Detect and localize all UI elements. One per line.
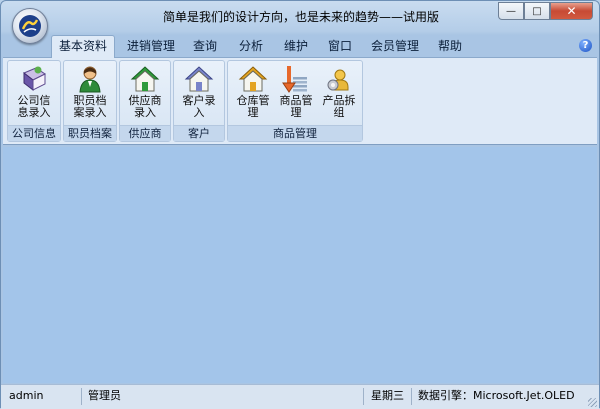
warehouse-management-label: 仓库管 理 bbox=[236, 94, 270, 119]
maximize-button[interactable]: □ bbox=[524, 2, 550, 20]
status-role: 管理员 bbox=[88, 389, 121, 402]
person-icon bbox=[79, 66, 101, 93]
status-data-engine: 数据引擎：Microsoft.Jet.OLED bbox=[418, 389, 575, 402]
close-button[interactable]: ✕ bbox=[550, 2, 593, 20]
main-window: 简单是我们的设计方向，也是未来的趋势——试用版 — □ ✕ 基本资料 进销管理 … bbox=[0, 0, 600, 409]
house-yellow-icon bbox=[238, 66, 268, 92]
house-blue-icon bbox=[184, 66, 214, 92]
warehouse-management-button[interactable]: 仓库管 理 bbox=[229, 63, 277, 125]
customer-entry-label: 客户录 入 bbox=[182, 94, 216, 119]
product-management-button[interactable]: 商品管 理 bbox=[272, 63, 320, 125]
window-title: 简单是我们的设计方向，也是未来的趋势——试用版 bbox=[162, 10, 439, 24]
company-info-entry-label: 公司信 息录入 bbox=[17, 94, 51, 119]
help-icon[interactable]: ? bbox=[579, 39, 592, 52]
group-supplier: 供应商 录入 供应商 bbox=[119, 60, 171, 142]
supplier-entry-label: 供应商 录入 bbox=[128, 94, 162, 119]
gear-user-icon bbox=[327, 69, 349, 91]
company-info-entry-button[interactable]: 公司信 息录入 bbox=[10, 63, 58, 125]
status-weekday: 星期三 bbox=[371, 389, 404, 402]
group-label-supplier: 供应商 bbox=[120, 125, 170, 141]
group-label-company-info: 公司信息 bbox=[8, 125, 60, 141]
group-staff-records: 职员档 案录入 职员档案 bbox=[63, 60, 117, 142]
tab-query[interactable]: 查询 bbox=[187, 36, 223, 57]
tab-purchase-sales[interactable]: 进销管理 bbox=[121, 36, 181, 57]
tab-maintenance[interactable]: 维护 bbox=[278, 36, 314, 57]
title-bar[interactable]: 简单是我们的设计方向，也是未来的趋势——试用版 — □ ✕ bbox=[1, 1, 599, 44]
group-label-staff-records: 职员档案 bbox=[64, 125, 116, 141]
workspace-area[interactable] bbox=[3, 147, 597, 383]
supplier-entry-button[interactable]: 供应商 录入 bbox=[121, 63, 169, 125]
status-separator bbox=[363, 388, 364, 405]
window-controls: — □ ✕ bbox=[498, 2, 593, 20]
tab-basic-data[interactable]: 基本资料 bbox=[51, 35, 116, 58]
product-assembly-button[interactable]: 产品拆 组 bbox=[315, 63, 363, 125]
group-company-info: 公司信 息录入 公司信息 bbox=[7, 60, 61, 142]
status-separator bbox=[81, 388, 82, 405]
tab-help[interactable]: 帮助 bbox=[432, 36, 468, 57]
stack-arrow-icon bbox=[282, 66, 307, 93]
group-label-product-management: 商品管理 bbox=[228, 125, 362, 141]
product-assembly-label: 产品拆 组 bbox=[322, 94, 356, 119]
customer-entry-button[interactable]: 客户录 入 bbox=[175, 63, 223, 125]
house-green-icon bbox=[130, 66, 160, 92]
group-customer: 客户录 入 客户 bbox=[173, 60, 225, 142]
minimize-button[interactable]: — bbox=[498, 2, 524, 20]
group-label-customer: 客户 bbox=[174, 125, 224, 141]
status-separator bbox=[411, 388, 412, 405]
status-bar: admin 管理员 星期三 数据引擎：Microsoft.Jet.OLED bbox=[1, 384, 599, 409]
app-logo-icon[interactable] bbox=[12, 8, 48, 44]
status-user: admin bbox=[9, 389, 44, 402]
tab-member-management[interactable]: 会员管理 bbox=[365, 36, 425, 57]
product-management-label: 商品管 理 bbox=[279, 94, 313, 119]
book-icon bbox=[23, 66, 46, 92]
ribbon: 公司信 息录入 公司信息 职员档 案录入 职员档案 供应商 录入 供应商 客户录… bbox=[3, 57, 597, 145]
group-product-management: 仓库管 理 商品管 理 产品拆 组 商品管理 bbox=[227, 60, 363, 142]
staff-record-entry-button[interactable]: 职员档 案录入 bbox=[66, 63, 114, 125]
resize-grip-icon[interactable] bbox=[588, 398, 597, 407]
staff-record-entry-label: 职员档 案录入 bbox=[73, 94, 107, 119]
menu-bar: 基本资料 进销管理 查询 分析 维护 窗口 会员管理 帮助 ? bbox=[1, 35, 599, 58]
tab-analysis[interactable]: 分析 bbox=[233, 36, 269, 57]
tab-window[interactable]: 窗口 bbox=[322, 36, 358, 57]
